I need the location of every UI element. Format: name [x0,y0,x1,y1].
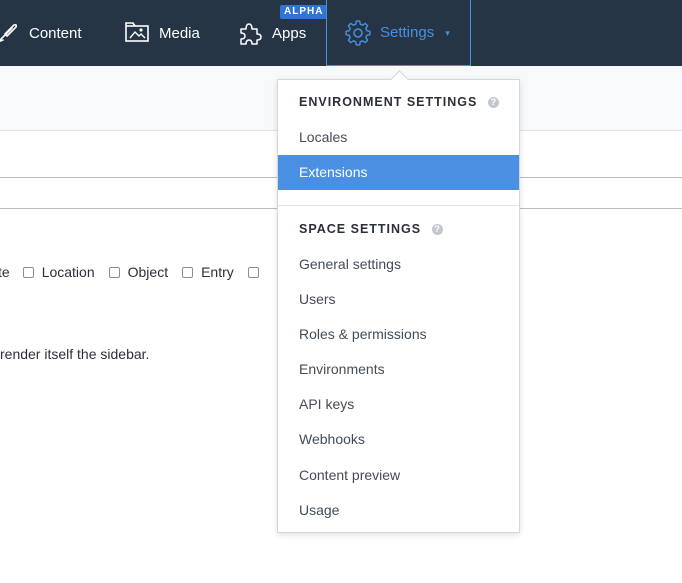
location-checkbox[interactable] [22,266,34,278]
image-folder-icon [124,20,150,46]
top-navigation: Content Media Apps ALPHA Settings ▾ [0,0,682,66]
object-checkbox-label: Object [127,264,169,280]
nav-settings-label: Settings [380,24,435,41]
truncated-label: te [0,264,10,280]
entry-checkbox-label: Entry [201,264,234,280]
entry-checkbox[interactable] [182,266,194,278]
location-checkbox-row: te Location Object Entry [0,263,259,281]
object-checkbox[interactable] [108,266,120,278]
help-icon[interactable]: ? [488,96,500,108]
menu-item-locales[interactable]: Locales [278,120,519,155]
environment-settings-title: ENVIRONMENT SETTINGS [299,95,478,109]
nav-media-label: Media [159,24,200,42]
nav-media[interactable]: Media [124,0,200,66]
menu-item-webhooks[interactable]: Webhooks [278,422,519,457]
menu-item-environments[interactable]: Environments [278,352,519,387]
help-icon[interactable]: ? [432,223,444,235]
menu-divider [278,205,519,206]
location-checkbox-label: Location [41,264,95,280]
gear-icon [345,19,371,46]
puzzle-piece-icon [237,20,263,46]
next-checkbox[interactable] [247,266,259,278]
environment-settings-header: ENVIRONMENT SETTINGS ? [299,95,500,109]
menu-item-usage[interactable]: Usage [278,493,519,528]
menu-item-roles-permissions[interactable]: Roles & permissions [278,317,519,352]
help-text: render itself the sidebar. [0,346,150,362]
menu-item-api-keys[interactable]: API keys [278,387,519,422]
menu-item-extensions[interactable]: Extensions [278,155,519,190]
nav-content-label: Content [29,24,82,42]
chevron-down-icon: ▾ [445,28,450,38]
menu-item-users[interactable]: Users [278,282,519,317]
nav-apps-label: Apps [272,24,307,42]
settings-dropdown: ENVIRONMENT SETTINGS ? Locales Extension… [277,79,520,533]
nav-settings[interactable]: Settings ▾ [326,0,471,66]
alpha-badge: ALPHA [280,5,328,19]
space-settings-title: SPACE SETTINGS [299,222,422,236]
nav-content[interactable]: Content [0,0,82,66]
feather-pen-icon [0,20,20,46]
space-settings-header: SPACE SETTINGS ? [299,222,444,236]
menu-item-general-settings[interactable]: General settings [278,247,519,282]
menu-item-content-preview[interactable]: Content preview [278,458,519,493]
